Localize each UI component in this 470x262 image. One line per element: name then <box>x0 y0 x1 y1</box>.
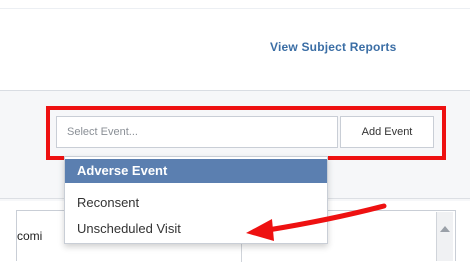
add-event-button[interactable]: Add Event <box>340 116 434 148</box>
dropdown-option-reconsent[interactable]: Reconsent <box>65 191 327 215</box>
event-dropdown-list[interactable]: Adverse Event Reconsent Unscheduled Visi… <box>64 156 328 244</box>
dropdown-option-adverse-event[interactable]: Adverse Event <box>65 159 327 183</box>
dropdown-option-unscheduled-visit[interactable]: Unscheduled Visit <box>65 217 327 241</box>
divider <box>0 8 470 9</box>
table-cell: comi <box>17 229 43 243</box>
scroll-up-icon[interactable] <box>440 226 450 232</box>
subject-header-panel: View Subject Reports <box>0 0 470 91</box>
table-scrollbar[interactable] <box>436 212 453 261</box>
select-event-input[interactable] <box>56 116 338 148</box>
view-subject-reports-link[interactable]: View Subject Reports <box>270 40 396 54</box>
